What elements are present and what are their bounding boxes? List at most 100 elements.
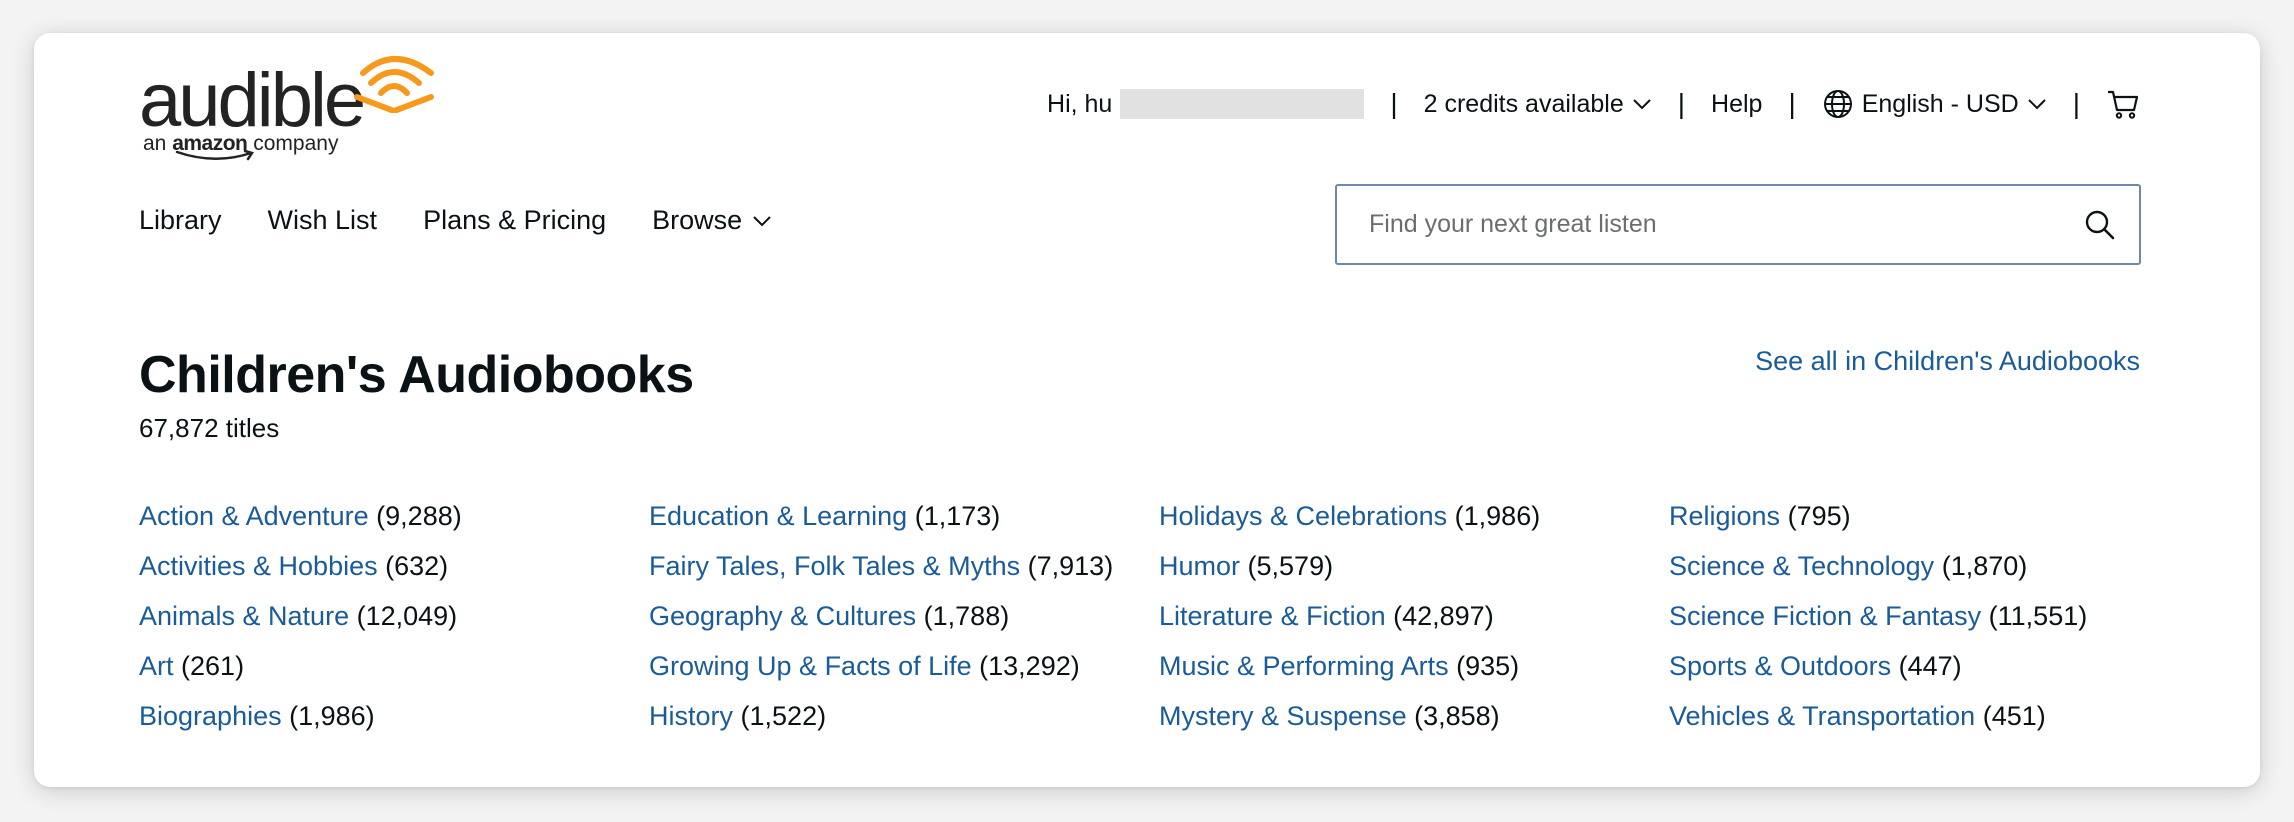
category-count: (11,551) [1988, 601, 2088, 631]
category-column: Religions (795) Science & Technology (1,… [1669, 491, 2179, 741]
nav-plans-pricing[interactable]: Plans & Pricing [423, 205, 606, 236]
category-grid: Action & Adventure (9,288) Activities & … [139, 491, 2179, 741]
category-link[interactable]: Mystery & Suspense [1159, 701, 1407, 731]
language-dropdown[interactable]: English - USD [1822, 88, 2047, 120]
search-icon[interactable] [2083, 208, 2117, 242]
category-count: (795) [1787, 501, 1851, 531]
nav-browse[interactable]: Browse [652, 205, 772, 236]
category-item: Science & Technology (1,870) [1669, 541, 2179, 591]
category-item: Education & Learning (1,173) [649, 491, 1159, 541]
category-count: (1,986) [1454, 501, 1541, 531]
separator: | [1788, 88, 1796, 119]
category-item: Music & Performing Arts (935) [1159, 641, 1669, 691]
category-link[interactable]: Education & Learning [649, 501, 907, 531]
category-item: Science Fiction & Fantasy (11,551) [1669, 591, 2179, 641]
category-link[interactable]: Art [139, 651, 174, 681]
category-count: (447) [1898, 651, 1962, 681]
cart-icon[interactable] [2106, 88, 2140, 120]
credits-dropdown[interactable]: 2 credits available [1424, 90, 1652, 119]
category-link[interactable]: Music & Performing Arts [1159, 651, 1449, 681]
help-link[interactable]: Help [1711, 90, 1762, 119]
category-item: Animals & Nature (12,049) [139, 591, 649, 641]
credits-label: 2 credits available [1423, 89, 1624, 118]
category-item: Humor (5,579) [1159, 541, 1669, 591]
category-count: (935) [1456, 651, 1520, 681]
category-item: Geography & Cultures (1,788) [649, 591, 1159, 641]
category-link[interactable]: Vehicles & Transportation [1669, 701, 1975, 731]
category-link[interactable]: Sports & Outdoors [1669, 651, 1891, 681]
audible-waves-icon [354, 56, 434, 113]
category-count: (13,292) [979, 651, 1080, 681]
category-count: (261) [181, 651, 245, 681]
category-link[interactable]: Holidays & Celebrations [1159, 501, 1447, 531]
main-nav: Library Wish List Plans & Pricing Browse [139, 205, 818, 236]
category-count: (7,913) [1027, 551, 1114, 581]
redacted-name [1120, 89, 1365, 119]
category-item: Vehicles & Transportation (451) [1669, 691, 2179, 741]
category-count: (1,870) [1941, 551, 2028, 581]
category-item: Fairy Tales, Folk Tales & Myths (7,913) [649, 541, 1159, 591]
category-link[interactable]: Action & Adventure [139, 501, 369, 531]
category-count: (1,986) [289, 701, 375, 731]
separator: | [1390, 88, 1398, 119]
globe-icon [1823, 90, 1852, 118]
category-item: Literature & Fiction (42,897) [1159, 591, 1669, 641]
category-link[interactable]: Geography & Cultures [649, 601, 916, 631]
logo-wordmark: audible [139, 58, 366, 143]
category-count: (12,049) [356, 601, 458, 631]
category-column: Holidays & Celebrations (1,986) Humor (5… [1159, 491, 1669, 741]
category-link[interactable]: Fairy Tales, Folk Tales & Myths [649, 551, 1020, 581]
category-link[interactable]: Activities & Hobbies [139, 551, 378, 581]
browse-label: Browse [652, 205, 743, 235]
category-item: History (1,522) [649, 691, 1159, 741]
category-link[interactable]: Growing Up & Facts of Life [649, 651, 972, 681]
category-count: (451) [1982, 701, 2046, 731]
category-item: Biographies (1,986) [139, 691, 649, 741]
category-item: Religions (795) [1669, 491, 2179, 541]
category-link[interactable]: Religions [1669, 501, 1780, 531]
category-count: (3,858) [1414, 701, 1500, 731]
category-item: Action & Adventure (9,288) [139, 491, 649, 541]
chevron-down-icon [2028, 99, 2046, 110]
category-link[interactable]: Humor [1159, 551, 1240, 581]
category-item: Mystery & Suspense (3,858) [1159, 691, 1669, 741]
category-count: (1,522) [740, 701, 827, 731]
category-link[interactable]: Literature & Fiction [1159, 601, 1386, 631]
category-count: (5,579) [1247, 551, 1334, 581]
nav-library[interactable]: Library [139, 205, 222, 236]
category-link[interactable]: History [649, 701, 733, 731]
category-column: Education & Learning (1,173) Fairy Tales… [649, 491, 1159, 741]
search-input[interactable] [1337, 186, 2083, 263]
category-link[interactable]: Animals & Nature [139, 601, 349, 631]
help-label: Help [1711, 89, 1763, 118]
chevron-down-icon [753, 215, 771, 226]
category-link[interactable]: Science & Technology [1669, 551, 1934, 581]
category-count: (632) [385, 551, 449, 581]
category-item: Growing Up & Facts of Life (13,292) [649, 641, 1159, 691]
browser-page: audible an amazon company Hi, hu | 2 cre… [34, 33, 2260, 787]
search-box [1335, 184, 2141, 265]
see-all-link[interactable]: See all in Children's Audiobooks [1755, 346, 2140, 377]
category-item: Holidays & Celebrations (1,986) [1159, 491, 1669, 541]
page-title: Children's Audiobooks [139, 346, 694, 404]
nav-wishlist[interactable]: Wish List [268, 205, 378, 236]
title-count: 67,872 titles [139, 413, 280, 443]
account-bar: Hi, hu | 2 credits available | Help | En… [1047, 84, 2140, 124]
category-column: Action & Adventure (9,288) Activities & … [139, 491, 649, 741]
account-greeting[interactable]: Hi, hu [1047, 89, 1365, 119]
separator: | [1677, 88, 1686, 119]
chevron-down-icon [1633, 99, 1651, 110]
category-link[interactable]: Science Fiction & Fantasy [1669, 601, 1981, 631]
category-item: Activities & Hobbies (632) [139, 541, 649, 591]
category-count: (1,788) [923, 601, 1010, 631]
category-count: (1,173) [914, 501, 1001, 531]
separator: | [2072, 88, 2080, 119]
category-link[interactable]: Biographies [139, 701, 282, 731]
amazon-smile-icon [175, 149, 254, 161]
category-count: (9,288) [376, 501, 462, 531]
language-label: English - USD [1861, 89, 2019, 118]
category-item: Sports & Outdoors (447) [1669, 641, 2179, 691]
audible-logo[interactable]: audible an amazon company [139, 53, 439, 163]
category-count: (42,897) [1393, 601, 1494, 631]
category-item: Art (261) [139, 641, 649, 691]
